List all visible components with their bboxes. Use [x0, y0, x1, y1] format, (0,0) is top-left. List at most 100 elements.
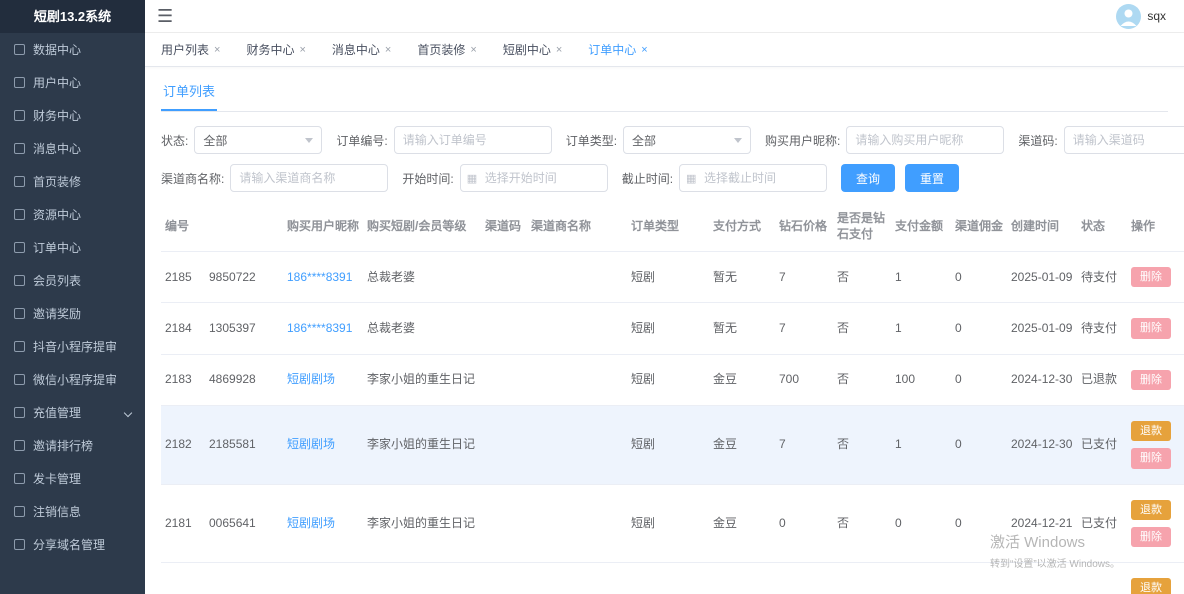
delete-button[interactable]: 删除 [1131, 318, 1171, 338]
sidebar-item-share-domain[interactable]: 分享域名管理 [0, 528, 145, 561]
buyer-link[interactable]: 短剧剧场 [287, 372, 335, 386]
delete-button[interactable]: 删除 [1131, 448, 1171, 468]
channel-name-input[interactable] [230, 164, 388, 192]
order-no-label: 订单编号: [336, 132, 387, 149]
refund-button[interactable]: 退款 [1131, 578, 1171, 594]
sidebar-item-recharge-manage[interactable]: 充值管理 [0, 396, 145, 429]
channel-code-cell [481, 252, 527, 303]
tabs-bar: 用户列表×财务中心×消息中心×首页装修×短剧中心×订单中心× [145, 33, 1184, 67]
status-cell: 已支付 [1077, 563, 1127, 594]
tab-4[interactable]: 首页装修× [417, 41, 476, 58]
status-label: 状态: [161, 132, 188, 149]
column-header: 订单类型 [627, 202, 709, 252]
column-header: 是否是钻石支付 [833, 202, 891, 252]
order-no-cell: 4869928 [205, 354, 283, 405]
sidebar-item-label: 订单中心 [33, 239, 81, 256]
tab-label: 消息中心 [332, 41, 380, 58]
start-time-input[interactable] [460, 164, 608, 192]
pay-amount-cell: 100 [891, 354, 951, 405]
column-header: 渠道码 [481, 202, 527, 252]
tab-6[interactable]: 订单中心× [588, 41, 647, 58]
sidebar-item-order-center[interactable]: 订单中心 [0, 231, 145, 264]
channel-name-cell [527, 252, 627, 303]
commission-cell: 0 [951, 252, 1007, 303]
delete-button[interactable]: 删除 [1131, 370, 1171, 390]
tab-1[interactable]: 用户列表 × [161, 41, 220, 58]
channel-code-input[interactable] [1064, 126, 1184, 154]
order-type-select[interactable]: 全部 [623, 126, 751, 154]
sidebar-item-label: 会员列表 [33, 272, 81, 289]
user-menu[interactable]: sqx [1116, 4, 1166, 29]
tab-close-icon[interactable]: × [299, 44, 305, 56]
status-select[interactable]: 全部 [194, 126, 322, 154]
order-no-cell: 9850722 [205, 252, 283, 303]
pay-method-cell: 金豆 [709, 406, 775, 485]
tab-close-icon[interactable]: × [214, 44, 220, 56]
filter-row-1: 状态: 全部 订单编号: 订单类型: 全部 [161, 126, 1168, 154]
sidebar-item-label: 充值管理 [33, 404, 81, 421]
order-icon [14, 242, 25, 253]
sidebar-item-douyin-review[interactable]: 抖音小程序提审 [0, 330, 145, 363]
tab-3[interactable]: 消息中心 × [332, 41, 391, 58]
buyer-link[interactable]: 短剧剧场 [287, 516, 335, 530]
status-cell: 已退款 [1077, 354, 1127, 405]
sidebar-item-invite-reward[interactable]: 邀请奖励 [0, 297, 145, 330]
pay-method-cell: 金豆 [709, 563, 775, 594]
search-button[interactable]: 查询 [841, 164, 895, 192]
sidebar-item-message-center[interactable]: 消息中心 [0, 132, 145, 165]
id-cell: 2182 [161, 406, 205, 485]
tab-2[interactable]: 财务中心× [246, 41, 305, 58]
buyer-link[interactable]: 186****8391 [287, 270, 352, 284]
filter-row-2: 渠道商名称: 开始时间: ▦ 截止时间: ▦ [161, 164, 1168, 192]
sidebar-item-logout-info[interactable]: 注销信息 [0, 495, 145, 528]
tab-close-icon[interactable]: × [556, 44, 562, 56]
sidebar-item-wechat-review[interactable]: 微信小程序提审 [0, 363, 145, 396]
pay-method-cell: 金豆 [709, 354, 775, 405]
tab-close-icon[interactable]: × [641, 44, 647, 56]
tab-order-list[interactable]: 订单列表 [161, 81, 217, 111]
order-no-input[interactable] [394, 126, 552, 154]
sidebar-item-invite-ranking[interactable]: 邀请排行榜 [0, 429, 145, 462]
buyer-link[interactable]: 短剧剧场 [287, 437, 335, 451]
tab-close-icon[interactable]: × [385, 44, 391, 56]
sidebar-item-card-manage[interactable]: 发卡管理 [0, 462, 145, 495]
hamburger-menu-icon[interactable]: ☰ [157, 7, 173, 25]
actions-cell: 删除 [1127, 354, 1184, 405]
delete-button[interactable]: 删除 [1131, 527, 1171, 547]
table-body: 21859850722186****8391总裁老婆短剧暂无7否102025-0… [161, 252, 1184, 594]
tab-5[interactable]: 短剧中心× [503, 41, 562, 58]
sidebar-item-user-center[interactable]: 用户中心 [0, 66, 145, 99]
sidebar-item-label: 消息中心 [33, 140, 81, 157]
buyer-cell: 短剧剧场 [283, 484, 363, 563]
buyer-link[interactable]: 186****8391 [287, 321, 352, 335]
order-type-cell: 短剧 [627, 484, 709, 563]
diamond-price-cell: 7 [775, 252, 833, 303]
channel-code-cell [481, 354, 527, 405]
sidebar-item-resource-center[interactable]: 资源中心 [0, 198, 145, 231]
column-header: 购买用户昵称 [283, 202, 363, 252]
id-cell: 2185 [161, 252, 205, 303]
sidebar-item-home-decoration[interactable]: 首页装修 [0, 165, 145, 198]
diamond-price-cell: 700 [775, 354, 833, 405]
delete-button[interactable]: 删除 [1131, 267, 1171, 287]
is-diamond-cell: 否 [833, 484, 891, 563]
tab-label: 用户列表 [161, 41, 209, 58]
diamond-price-cell: 7 [775, 406, 833, 485]
refund-button[interactable]: 退款 [1131, 421, 1171, 441]
product-cell: 总裁老婆 [363, 303, 481, 354]
sidebar-item-finance-center[interactable]: 财务中心 [0, 99, 145, 132]
main-area: ☰ sqx 用户列表×财务中心×消息中心×首页装修×短剧中心×订单中心× 订单列… [145, 0, 1184, 594]
tab-close-icon[interactable]: × [470, 44, 476, 56]
reset-button[interactable]: 重置 [905, 164, 959, 192]
end-time-input[interactable] [679, 164, 827, 192]
pay-amount-cell: 1 [891, 406, 951, 485]
wechat-icon [14, 374, 25, 385]
diamond-price-cell: 999 [775, 563, 833, 594]
app-title: 短剧13.2系统 [0, 0, 145, 33]
table-row: 21801191180短剧剧场季卡会员金豆999否99902024-12-19已… [161, 563, 1184, 594]
sidebar-item-data-center[interactable]: 数据中心 [0, 33, 145, 66]
sidebar-item-member-list[interactable]: 会员列表 [0, 264, 145, 297]
buyer-input[interactable] [846, 126, 1004, 154]
actions-cell: 删除 [1127, 303, 1184, 354]
refund-button[interactable]: 退款 [1131, 500, 1171, 520]
